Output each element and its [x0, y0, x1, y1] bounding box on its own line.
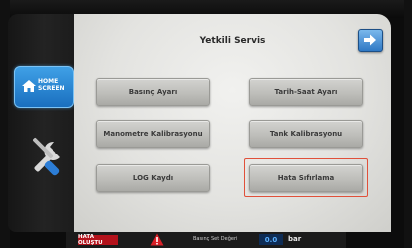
error-status-badge: HATA OLUŞTU: [78, 234, 118, 246]
warning-triangle-icon: [150, 233, 164, 246]
arrow-right-icon: [364, 34, 376, 46]
status-bar: HATA OLUŞTU Basınç Set Değeri 0.0 bar: [66, 232, 346, 248]
main-panel: Yetkili Servis Basınç Ayarı Tarih-Saat A…: [74, 14, 391, 232]
pressure-unit-label: bar: [288, 235, 302, 243]
sidebar: HOME SCREEN: [8, 14, 74, 232]
screen-bezel-right: [404, 0, 412, 248]
pressure-set-label: Basınç Set Değeri: [193, 236, 238, 242]
wrench-screwdriver-icon[interactable]: [24, 134, 68, 182]
log-kaydi-button[interactable]: LOG Kaydı: [96, 164, 210, 192]
home-screen-button[interactable]: HOME SCREEN: [14, 66, 74, 108]
tarih-saat-ayari-button[interactable]: Tarih-Saat Ayarı: [249, 78, 363, 106]
house-icon: [22, 80, 36, 92]
page-title: Yetkili Servis: [199, 36, 266, 46]
next-page-button[interactable]: [358, 29, 383, 52]
manometre-kalibrasyonu-button[interactable]: Manometre Kalibrasyonu: [96, 120, 210, 148]
basinc-ayari-button[interactable]: Basınç Ayarı: [96, 78, 210, 106]
hata-sifirlama-button[interactable]: Hata Sıfırlama: [249, 164, 363, 192]
tank-kalibrasyonu-button[interactable]: Tank Kalibrasyonu: [249, 120, 363, 148]
home-screen-label: HOME SCREEN: [38, 78, 65, 92]
pressure-set-value: 0.0: [259, 234, 283, 245]
